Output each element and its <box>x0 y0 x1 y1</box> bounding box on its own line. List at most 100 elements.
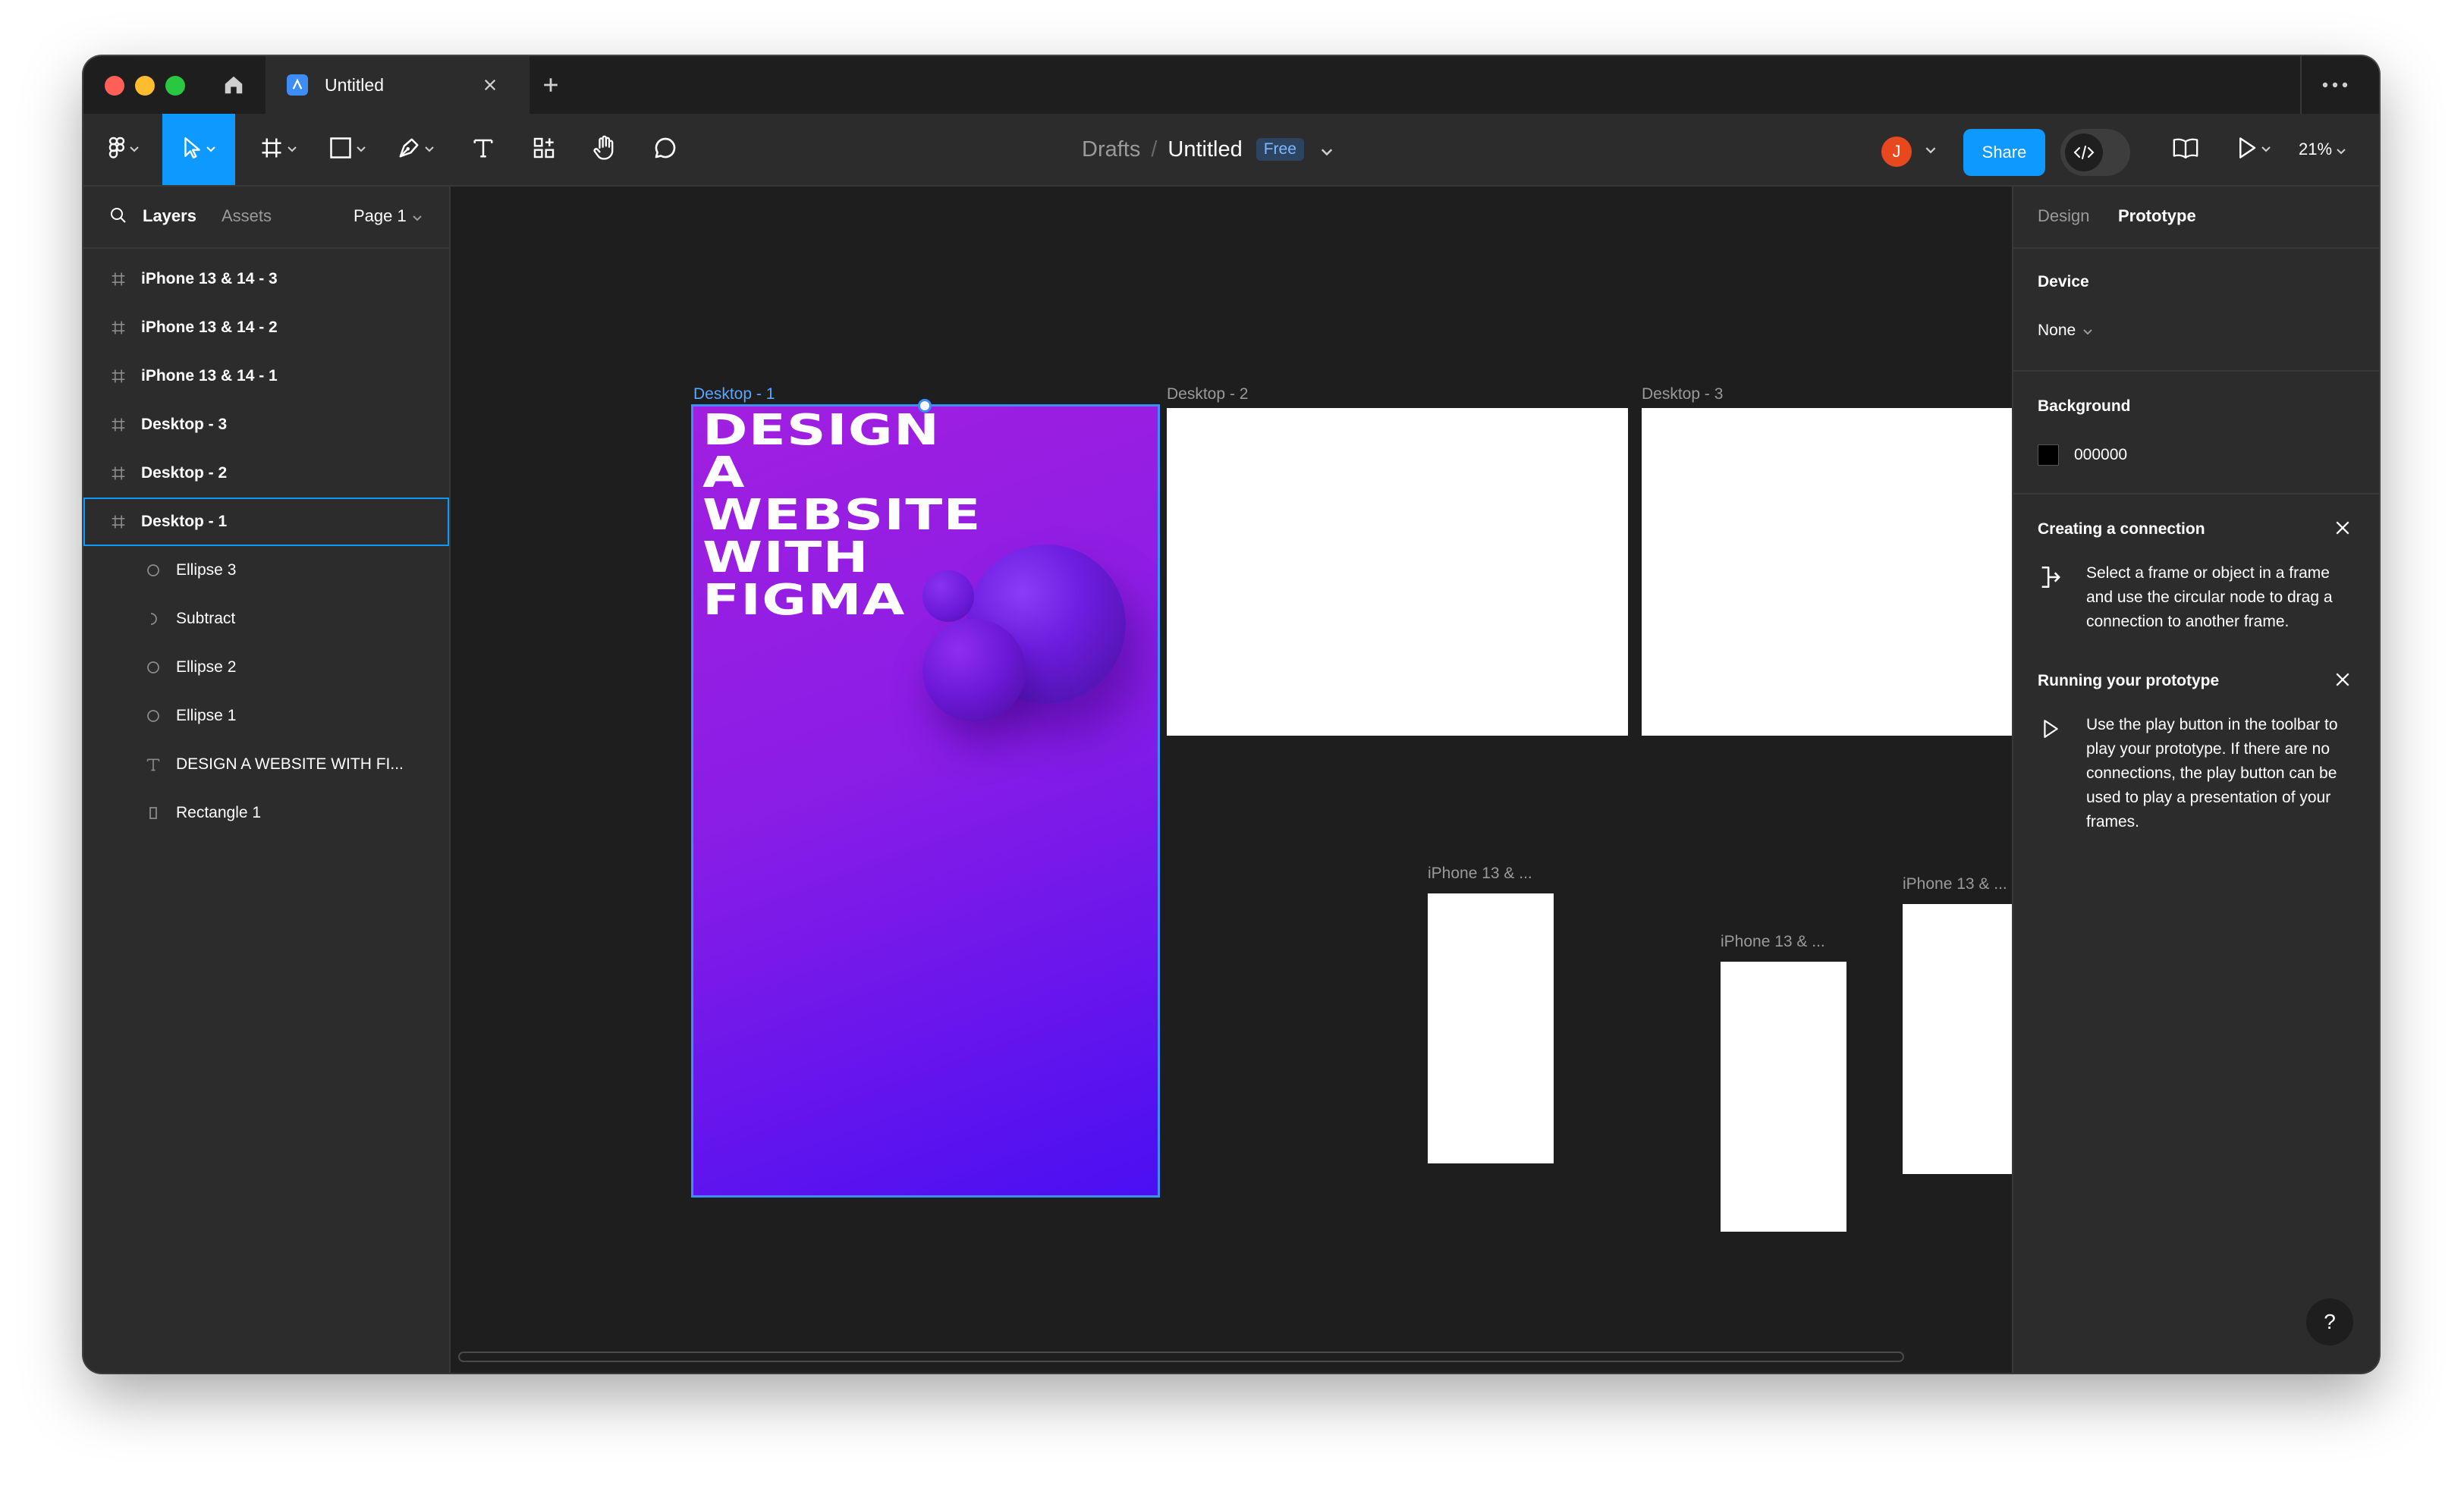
zoom-control[interactable]: 21% <box>2299 114 2346 185</box>
layer-row[interactable]: Ellipse 2 <box>83 643 449 692</box>
layer-label: Ellipse 3 <box>176 561 237 579</box>
layer-label: Rectangle 1 <box>176 804 262 821</box>
device-select[interactable]: None <box>2038 322 2092 340</box>
desktop-2-frame[interactable] <box>1167 408 1628 736</box>
color-swatch[interactable] <box>2038 444 2059 466</box>
search-icon[interactable] <box>109 206 127 228</box>
layer-row[interactable]: Ellipse 3 <box>83 546 449 595</box>
subtract-icon <box>144 610 162 628</box>
frame-label-desktop-3[interactable]: Desktop - 3 <box>1642 385 1723 403</box>
frame-tool-button[interactable] <box>252 114 305 185</box>
chevron-down-icon <box>2261 143 2271 156</box>
tip-heading: Creating a connection <box>2038 520 2205 538</box>
layer-row[interactable]: Desktop - 3 <box>83 400 449 449</box>
iphone-frame[interactable] <box>1721 962 1846 1232</box>
help-button[interactable]: ? <box>2306 1298 2353 1345</box>
library-button[interactable] <box>2159 114 2212 185</box>
iphone-frame[interactable] <box>1428 893 1554 1163</box>
close-window-button[interactable] <box>105 76 124 96</box>
minimize-window-button[interactable] <box>135 76 155 96</box>
pen-tool-button[interactable] <box>387 114 445 185</box>
layer-row[interactable]: Ellipse 1 <box>83 692 449 740</box>
layer-label: Desktop - 2 <box>141 464 228 482</box>
frame-label-iphone[interactable]: iPhone 13 & ... <box>1428 865 1532 883</box>
device-heading: Device <box>2038 273 2089 290</box>
device-value: None <box>2038 322 2076 339</box>
chevron-down-icon <box>413 206 422 226</box>
ellipse-medium[interactable] <box>922 619 1026 722</box>
layer-row[interactable]: iPhone 13 & 14 - 3 <box>83 255 449 303</box>
tab-layers[interactable]: Layers <box>143 206 196 226</box>
tab-assets[interactable]: Assets <box>222 206 272 226</box>
home-icon[interactable] <box>218 70 249 100</box>
chevron-down-icon[interactable] <box>1925 144 1936 158</box>
title-bar: Untitled <box>83 56 2379 114</box>
frame-label-iphone[interactable]: iPhone 13 & ... <box>1903 875 2007 893</box>
user-avatar[interactable]: J <box>1881 137 1912 167</box>
canvas[interactable]: Desktop - 1 DESIGN A WEBSITE WITH FIGMA … <box>451 187 2012 1373</box>
layer-row[interactable]: DESIGN A WEBSITE WITH FI... <box>83 740 449 789</box>
horizontal-scrollbar[interactable] <box>458 1352 1904 1362</box>
moon-shape[interactable] <box>1106 416 1150 477</box>
layer-label: Ellipse 1 <box>176 707 237 724</box>
hero-title-line: DESIGN <box>702 407 941 455</box>
properties-panel: Design Prototype Device None Background … <box>2012 187 2379 1373</box>
hand-icon <box>592 135 617 165</box>
close-icon[interactable] <box>2332 517 2353 538</box>
ellipse-small[interactable] <box>922 570 974 622</box>
layer-row[interactable]: Desktop - 2 <box>83 449 449 498</box>
desktop-1-frame[interactable]: DESIGN A WEBSITE WITH FIGMA <box>693 407 1158 1195</box>
plus-icon[interactable] <box>537 71 564 99</box>
layer-row[interactable]: Rectangle 1 <box>83 789 449 837</box>
tip-text: Select a frame or object in a frame and … <box>2086 564 2333 630</box>
comment-icon <box>653 136 677 164</box>
breadcrumb-separator: / <box>1151 137 1158 162</box>
frame-label-desktop-1[interactable]: Desktop - 1 <box>693 385 775 403</box>
layer-label: iPhone 13 & 14 - 2 <box>141 319 278 336</box>
dev-mode-toggle[interactable] <box>2060 129 2130 176</box>
layer-label: DESIGN A WEBSITE WITH FI... <box>176 755 404 773</box>
move-tool-button[interactable] <box>162 114 235 185</box>
close-icon[interactable] <box>2332 669 2353 690</box>
iphone-frame[interactable] <box>1903 904 2012 1174</box>
share-button[interactable]: Share <box>1963 129 2045 176</box>
file-tab[interactable]: Untitled <box>266 56 530 114</box>
text-tool-button[interactable] <box>460 114 507 185</box>
resources-tool-button[interactable] <box>520 114 567 185</box>
file-title[interactable]: Untitled <box>1168 137 1242 162</box>
layer-row[interactable]: Subtract <box>83 595 449 643</box>
main-menu-button[interactable] <box>99 114 149 185</box>
book-icon <box>2172 137 2199 162</box>
page-name: Page 1 <box>354 206 407 225</box>
frame-label-iphone[interactable]: iPhone 13 & ... <box>1721 933 1825 951</box>
close-icon[interactable] <box>478 73 502 97</box>
breadcrumb-drafts[interactable]: Drafts <box>1082 137 1140 162</box>
tip-text: Use the play button in the toolbar to pl… <box>2086 716 2338 830</box>
more-icon[interactable] <box>2300 56 2368 114</box>
page-selector[interactable]: Page 1 <box>354 206 422 226</box>
tab-prototype[interactable]: Prototype <box>2118 206 2196 226</box>
present-button[interactable] <box>2224 114 2283 185</box>
rectangle-icon <box>329 137 352 163</box>
comment-tool-button[interactable] <box>642 114 689 185</box>
chevron-down-icon <box>2337 140 2346 159</box>
hand-tool-button[interactable] <box>581 114 628 185</box>
frame-label-desktop-2[interactable]: Desktop - 2 <box>1167 385 1248 403</box>
background-fill[interactable]: 000000 <box>2038 444 2127 466</box>
toolbar: Drafts / Untitled Free J Share 21% <box>83 114 2379 187</box>
layer-row[interactable]: iPhone 13 & 14 - 1 <box>83 352 449 400</box>
chevron-down-icon[interactable] <box>1321 137 1333 162</box>
layer-row[interactable]: iPhone 13 & 14 - 2 <box>83 303 449 352</box>
tab-design[interactable]: Design <box>2038 206 2089 226</box>
desktop-3-frame[interactable] <box>1642 408 2012 736</box>
layer-row-selected[interactable]: Desktop - 1 <box>83 498 449 546</box>
connection-node[interactable] <box>918 399 932 413</box>
background-hex[interactable]: 000000 <box>2074 446 2127 464</box>
shape-tool-button[interactable] <box>319 114 376 185</box>
pen-icon <box>398 137 420 163</box>
tip-running-prototype: Running your prototype Use the play butt… <box>2013 664 2379 846</box>
chevron-down-icon <box>206 143 215 156</box>
maximize-window-button[interactable] <box>165 76 185 96</box>
background-section: Background 000000 <box>2013 372 2379 494</box>
play-icon <box>2237 137 2257 163</box>
